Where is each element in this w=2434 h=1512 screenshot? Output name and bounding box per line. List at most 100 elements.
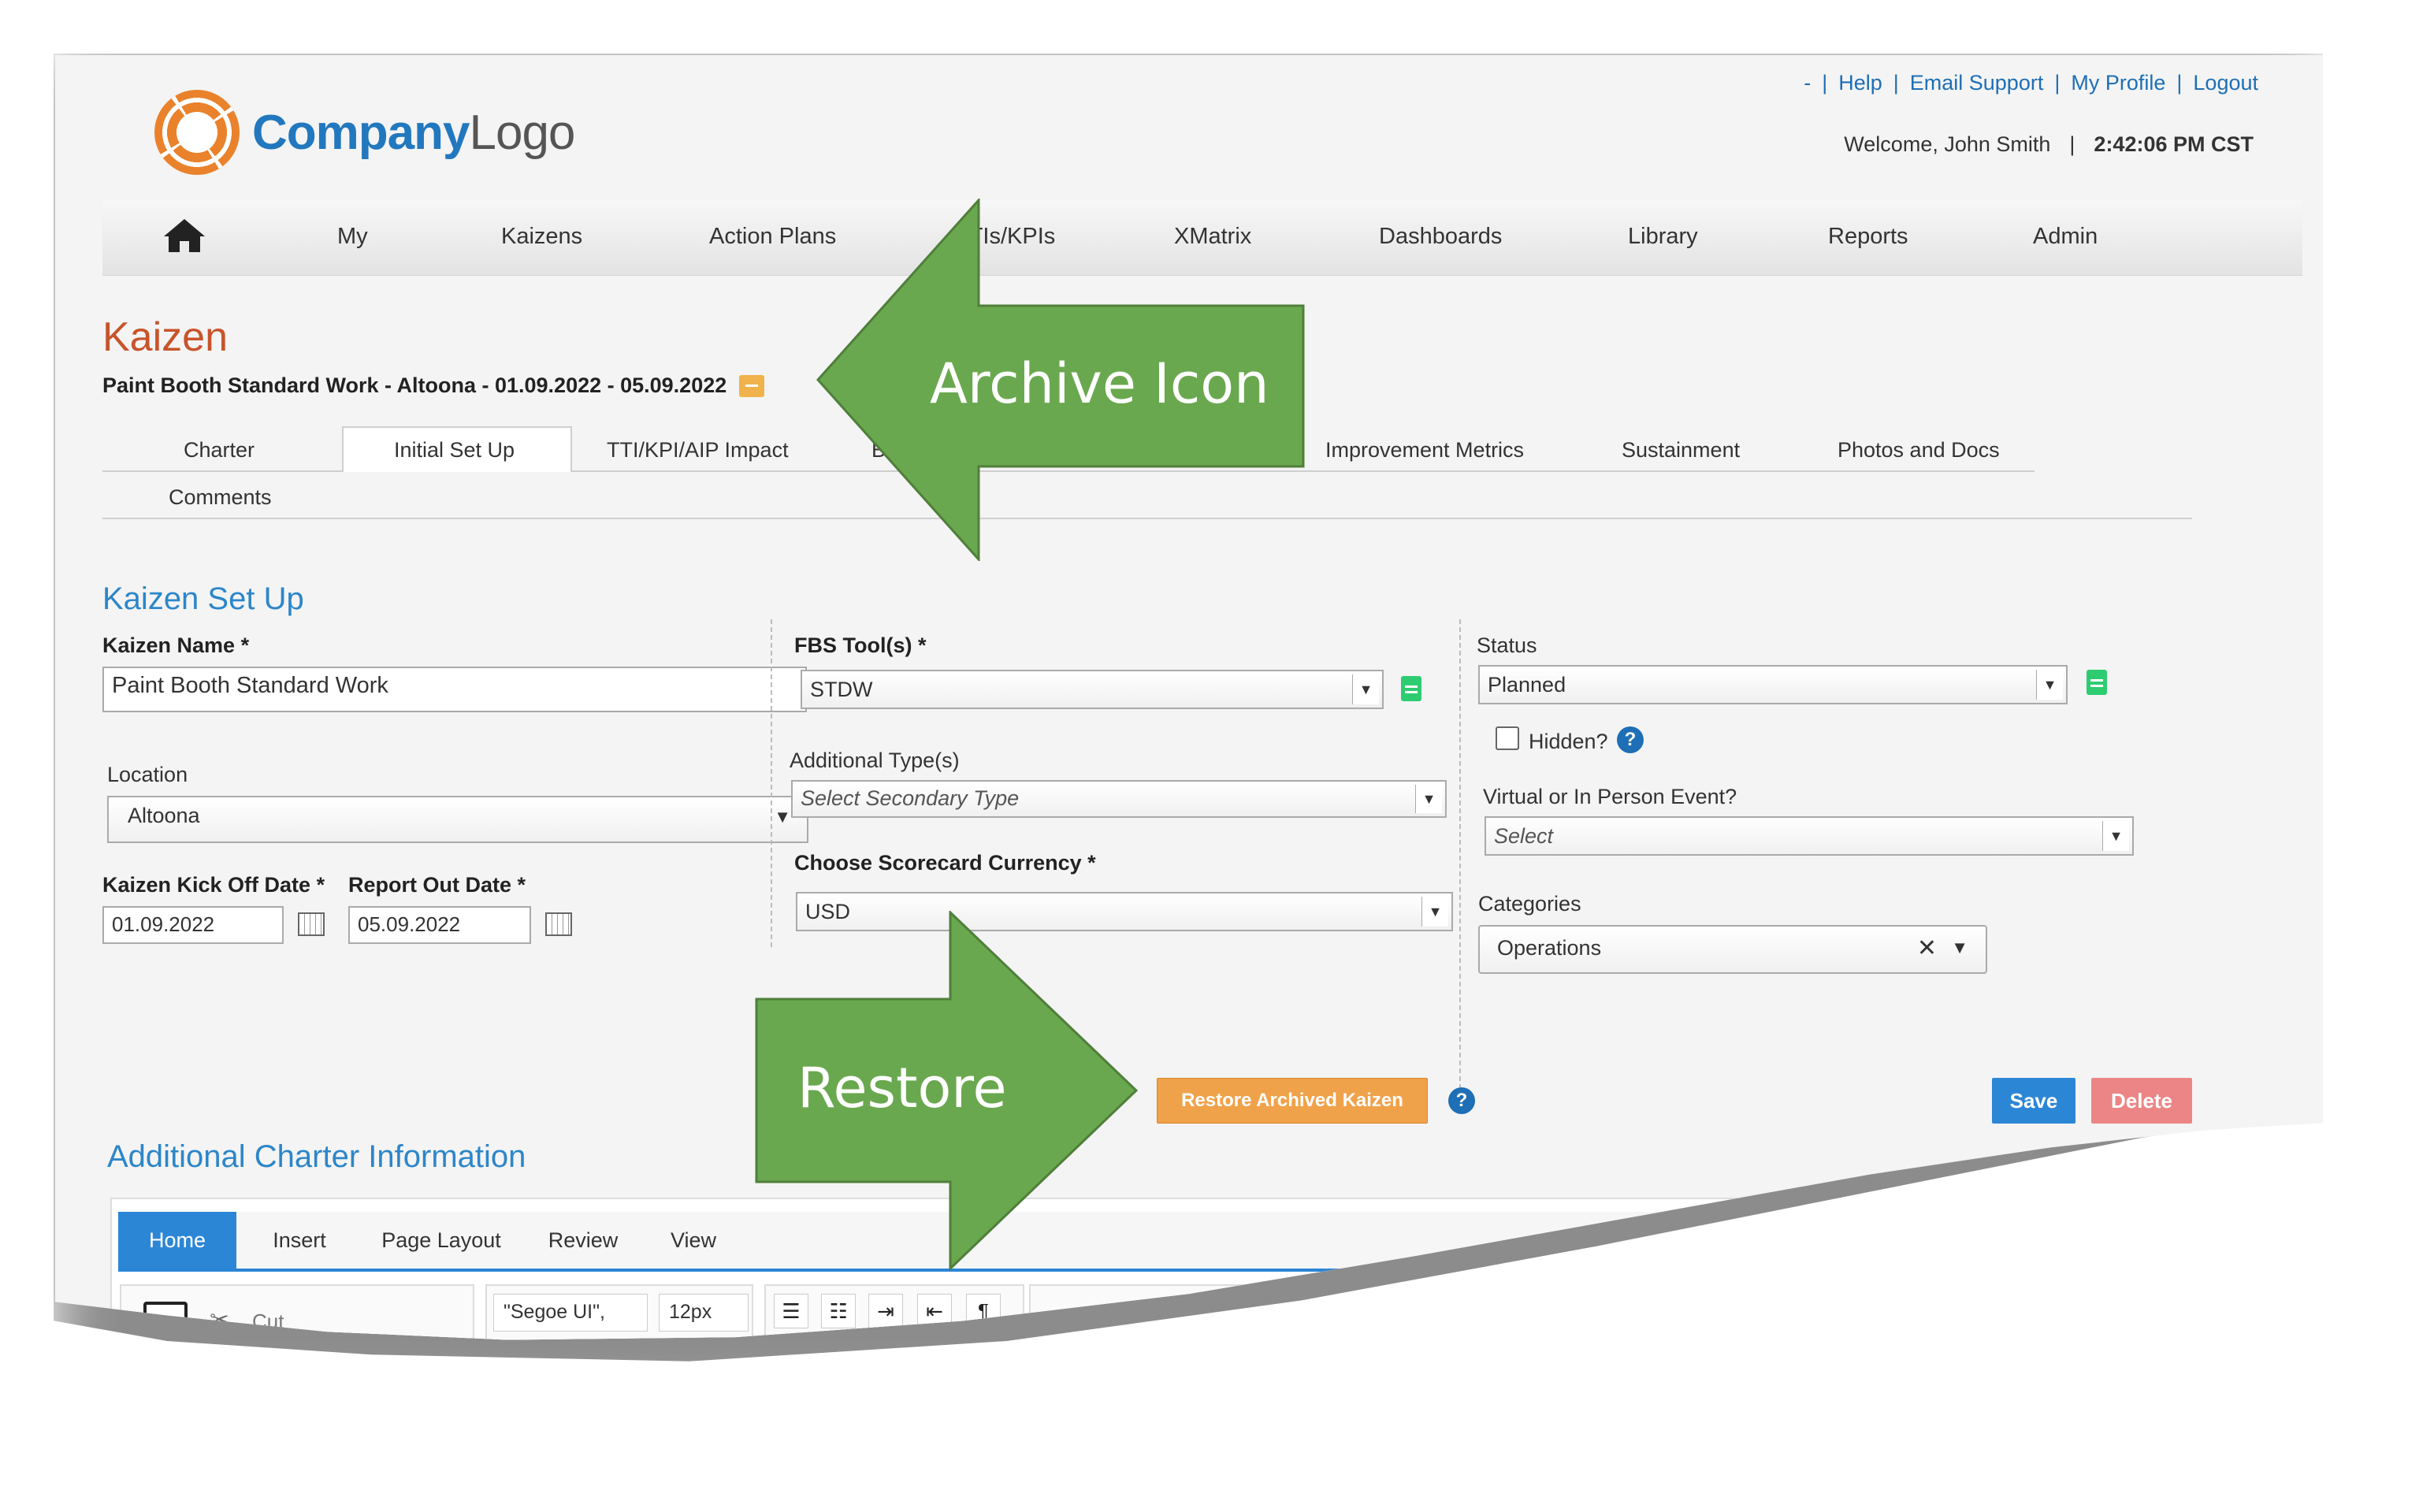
nav-library[interactable]: Library xyxy=(1628,224,1698,250)
categories-value: Operations xyxy=(1497,936,1602,960)
kickoff-date-input[interactable]: 01.09.2022 xyxy=(102,906,284,944)
ribbon-tab-insert[interactable]: Insert xyxy=(252,1212,347,1269)
select-all-icon: ⊠ xyxy=(1042,1352,1059,1376)
additional-types-placeholder: Select Secondary Type xyxy=(801,786,1020,810)
top-links: - | Help | Email Support | My Profile | … xyxy=(1804,71,2258,95)
kaizen-summary: Paint Booth Standard Work - Altoona - 01… xyxy=(102,373,727,397)
editor-ribbon-tabs: Home Insert Page Layout Review View xyxy=(118,1212,2323,1272)
help-icon[interactable]: ? xyxy=(1617,726,1644,753)
bullet-list-icon[interactable]: ☰ xyxy=(774,1294,808,1328)
tab-sustainment[interactable]: Sustainment xyxy=(1622,438,1740,463)
font-size-select[interactable]: 12px xyxy=(659,1294,749,1332)
nav-dashboards[interactable]: Dashboards xyxy=(1379,224,1502,250)
hidden-checkbox[interactable] xyxy=(1496,726,1519,750)
tab-tti-kpi-aip-impact[interactable]: TTI/KPI/AIP Impact xyxy=(607,438,789,463)
additional-types-select[interactable]: Select Secondary Type ▼ xyxy=(791,780,1447,818)
kaizen-setup-title: Kaizen Set Up xyxy=(102,581,304,616)
my-profile-link[interactable]: My Profile xyxy=(2071,71,2165,95)
separator: | xyxy=(2054,71,2061,95)
charter-info-title: Additional Charter Information xyxy=(107,1139,526,1174)
ribbon-tab-home[interactable]: Home xyxy=(118,1212,236,1269)
separator: | xyxy=(2069,132,2075,156)
tab-comments[interactable]: Comments xyxy=(169,485,272,510)
nav-kaizens[interactable]: Kaizens xyxy=(501,224,582,250)
logo-company-word: Company xyxy=(252,105,470,160)
chevron-down-icon: ▼ xyxy=(2036,670,2063,700)
report-out-date-label: Report Out Date * xyxy=(348,873,526,897)
home-icon[interactable] xyxy=(162,216,206,255)
ribbon-tab-review[interactable]: Review xyxy=(536,1212,630,1269)
clear-icon[interactable]: ✕ xyxy=(1917,934,1937,962)
clock: 2:42:06 PM CST xyxy=(2094,132,2254,156)
separator: | xyxy=(1893,71,1899,95)
ribbon-tab-page-layout[interactable]: Page Layout xyxy=(370,1212,512,1269)
logo-text: CompanyLogo xyxy=(252,105,575,161)
categories-label: Categories xyxy=(1478,892,1581,916)
page-title: Kaizen xyxy=(102,314,228,360)
categories-select[interactable]: Operations ✕ ▼ xyxy=(1478,925,1987,974)
email-support-link[interactable]: Email Support xyxy=(1910,71,2044,95)
report-out-date-input[interactable]: 05.09.2022 xyxy=(348,906,531,944)
font-family-value: "Segoe UI", xyxy=(504,1301,605,1323)
help-icon[interactable]: ? xyxy=(1448,1087,1475,1114)
fbs-tools-select[interactable]: STDW ▼ xyxy=(801,670,1384,709)
calendar-icon[interactable] xyxy=(298,912,325,936)
welcome-text: Welcome, John Smith xyxy=(1844,132,2051,156)
indent-icon[interactable]: ⇥ xyxy=(868,1294,903,1328)
archive-icon[interactable] xyxy=(739,374,765,397)
font-family-select[interactable]: "Segoe UI", xyxy=(493,1294,648,1332)
notes-icon[interactable] xyxy=(2087,670,2107,695)
status-label: Status xyxy=(1477,633,1537,657)
column-divider xyxy=(1459,619,1461,1092)
ribbon-tab-view[interactable]: View xyxy=(654,1212,733,1269)
copy-button[interactable]: Copy xyxy=(252,1357,300,1381)
location-label: Location xyxy=(107,763,188,786)
chevron-down-icon: ▼ xyxy=(1352,674,1379,704)
fbs-tools-value: STDW xyxy=(810,678,873,701)
column-divider xyxy=(771,619,772,950)
restore-archived-kaizen-button[interactable]: Restore Archived Kaizen xyxy=(1157,1078,1428,1124)
top-link-dash: - xyxy=(1804,71,1812,95)
select-button[interactable]: Select xyxy=(1084,1355,1141,1380)
calendar-icon[interactable] xyxy=(545,912,572,936)
tab-initial-set-up[interactable]: Initial Set Up xyxy=(394,438,515,463)
separator: | xyxy=(1822,71,1828,95)
kickoff-date-label: Kaizen Kick Off Date * xyxy=(102,873,325,897)
separator: | xyxy=(2176,71,2183,95)
status-select[interactable]: Planned ▼ xyxy=(1478,665,2068,704)
save-button[interactable]: Save xyxy=(1992,1078,2075,1124)
delete-button[interactable]: Delete xyxy=(2091,1078,2192,1124)
tab-photos-and-docs[interactable]: Photos and Docs xyxy=(1838,438,2000,463)
font-size-value: 12px xyxy=(669,1301,712,1323)
welcome-bar: Welcome, John Smith | 2:42:06 PM CST xyxy=(1844,132,2254,157)
virtual-event-select[interactable]: Select ▼ xyxy=(1485,816,2134,856)
help-link[interactable]: Help xyxy=(1838,71,1882,95)
virtual-event-placeholder: Select xyxy=(1494,824,1554,848)
tab-charter[interactable]: Charter xyxy=(184,438,255,463)
archive-annotation-label: Archive Icon xyxy=(930,351,1269,416)
clear-format-icon[interactable]: ⊘ xyxy=(966,1341,1001,1376)
chevron-down-icon: ▼ xyxy=(2102,821,2129,851)
logo-logo-word: Logo xyxy=(469,105,575,160)
logout-link[interactable]: Logout xyxy=(2193,71,2258,95)
notes-icon[interactable] xyxy=(1401,676,1421,701)
additional-types-label: Additional Type(s) xyxy=(790,749,960,772)
logo-mark-icon xyxy=(154,90,240,175)
kaizen-name-input[interactable]: Paint Booth Standard Work xyxy=(102,667,807,712)
nav-reports[interactable]: Reports xyxy=(1828,224,1908,250)
numbered-list-icon[interactable]: ☷ xyxy=(821,1294,856,1328)
company-logo[interactable]: CompanyLogo xyxy=(154,90,575,175)
chevron-down-icon: ▼ xyxy=(1421,897,1448,927)
chevron-down-icon: ▼ xyxy=(1415,785,1442,813)
status-value: Planned xyxy=(1488,673,1566,697)
copy-icon: ⧉ xyxy=(210,1357,225,1380)
nav-my[interactable]: My xyxy=(337,224,368,250)
fbs-tools-label: FBS Tool(s) * xyxy=(794,633,927,657)
virtual-event-label: Virtual or In Person Event? xyxy=(1483,785,1737,808)
kaizen-name-label: Kaizen Name * xyxy=(102,633,250,657)
chevron-down-icon: ▼ xyxy=(1951,938,1968,957)
hidden-label: Hidden? xyxy=(1529,730,1608,753)
location-select[interactable]: Altoona ▼ xyxy=(107,796,808,843)
nav-admin[interactable]: Admin xyxy=(2033,224,2098,250)
tab-improvement-metrics[interactable]: Improvement Metrics xyxy=(1325,438,1524,463)
